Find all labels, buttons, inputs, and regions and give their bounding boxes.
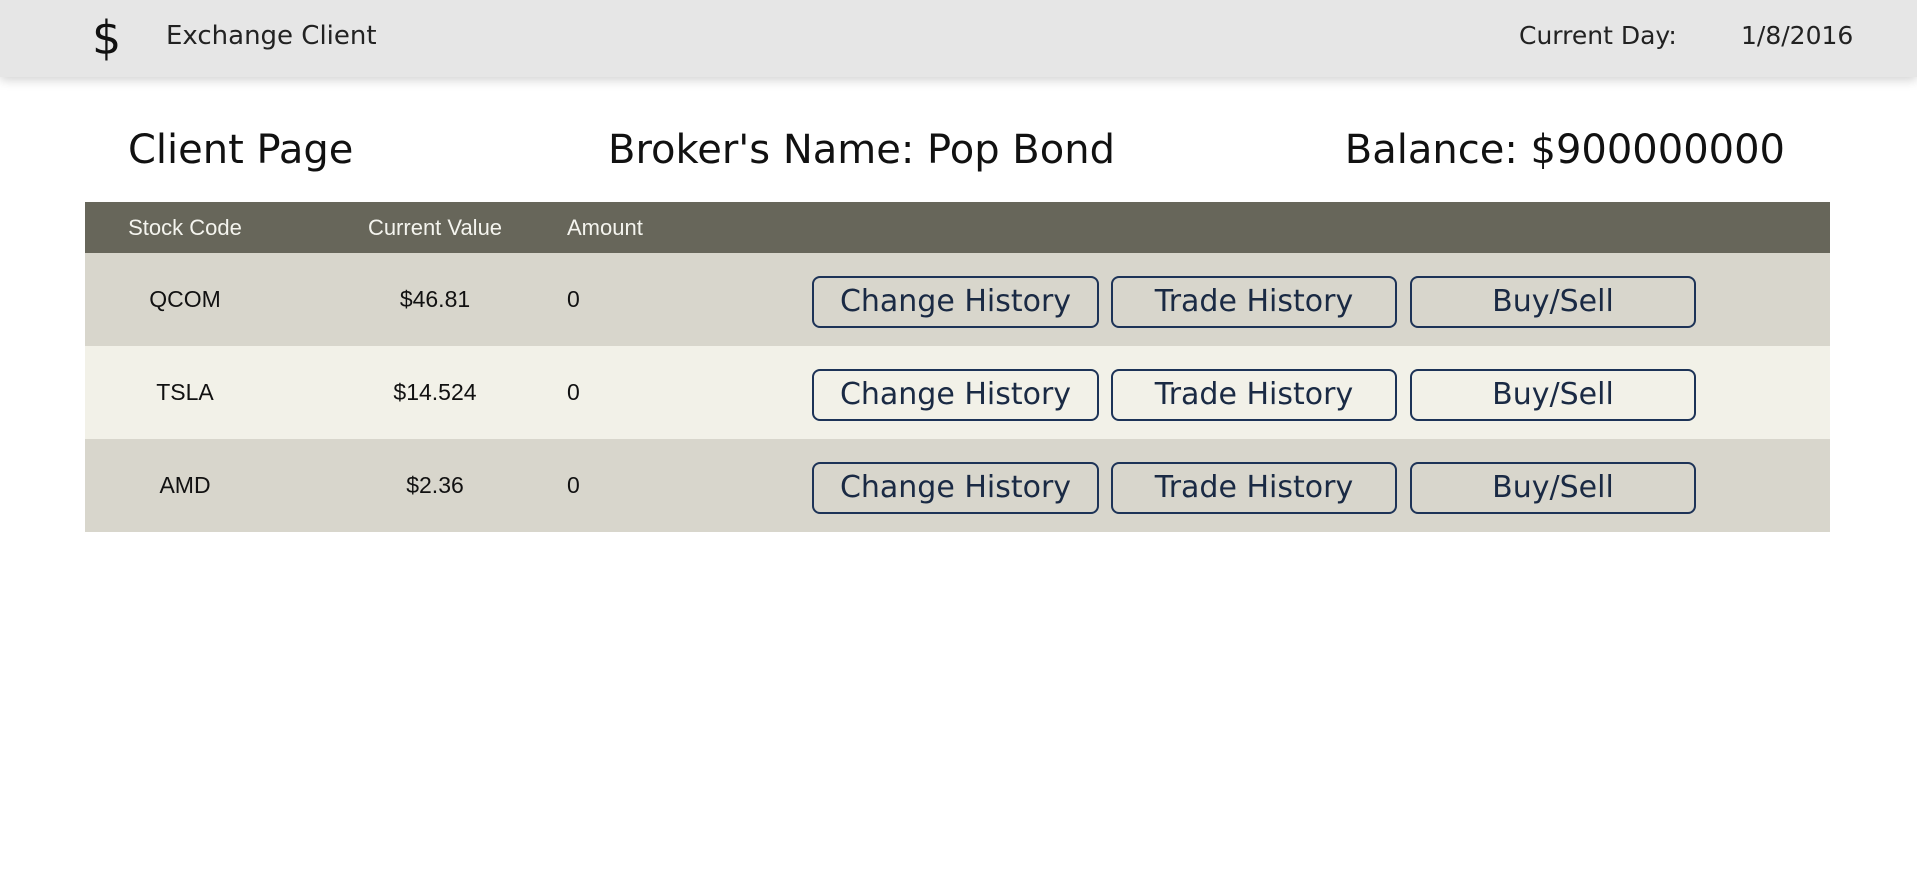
stock-code-cell: AMD [159, 472, 211, 498]
table-row: TSLA $14.524 0 Change History Trade Hist… [85, 346, 1830, 439]
trade-history-button[interactable]: Trade History [1111, 369, 1397, 421]
stock-code-cell: TSLA [156, 379, 214, 405]
column-header-current-value: Current Value [367, 215, 503, 240]
change-history-button[interactable]: Change History [812, 276, 1099, 328]
column-header-amount: Amount [567, 215, 643, 240]
page-title: Client Page [128, 127, 354, 173]
current-day-value: 1/8/2016 [1741, 21, 1854, 50]
stock-code-cell: QCOM [149, 286, 221, 312]
dollar-icon: $ [92, 11, 122, 65]
table-header: Stock Code Current Value Amount [85, 202, 1830, 253]
buy-sell-button[interactable]: Buy/Sell [1410, 276, 1696, 328]
table-row: AMD $2.36 0 Change History Trade History… [85, 439, 1830, 532]
amount-cell: 0 [567, 286, 580, 312]
trade-history-button[interactable]: Trade History [1111, 462, 1397, 514]
balance: Balance: $900000000 [1344, 127, 1785, 173]
table-row: QCOM $46.81 0 Change History Trade Histo… [85, 253, 1830, 346]
change-history-button[interactable]: Change History [812, 369, 1099, 421]
amount-cell: 0 [567, 379, 580, 405]
column-header-stock-code: Stock Code [128, 215, 242, 240]
trade-history-button[interactable]: Trade History [1111, 276, 1397, 328]
current-value-cell: $46.81 [399, 286, 471, 312]
change-history-button[interactable]: Change History [812, 462, 1099, 514]
buy-sell-button[interactable]: Buy/Sell [1410, 462, 1696, 514]
current-value-cell: $14.524 [393, 379, 477, 405]
current-value-cell: $2.36 [406, 472, 464, 498]
stock-table: Stock Code Current Value Amount QCOM $46… [85, 202, 1830, 532]
current-day-label: Current Day: [1519, 21, 1677, 50]
amount-cell: 0 [567, 472, 580, 498]
broker-name: Broker's Name: Pop Bond [608, 127, 1115, 173]
top-nav-bar: $ Exchange Client Current Day: 1/8/2016 [0, 0, 1917, 77]
app-title: Exchange Client [166, 21, 377, 51]
buy-sell-button[interactable]: Buy/Sell [1410, 369, 1696, 421]
